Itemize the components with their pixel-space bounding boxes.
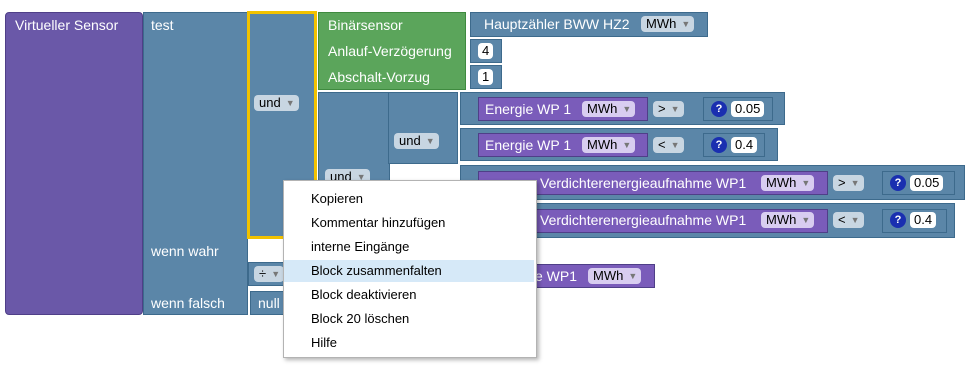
virtual-sensor-label: Virtueller Sensor [15,17,119,33]
operator-gt-1[interactable]: > ▼ [653,101,684,117]
help-icon-4[interactable]: ? [890,212,906,228]
menu-item-block-deaktivieren[interactable]: Block deaktivieren [284,284,534,306]
menu-item-interne-eingaenge[interactable]: interne Eingänge [284,236,534,258]
binaersensor-label: Binärsensor [328,17,403,33]
help-icon-3[interactable]: ? [890,175,906,191]
null-label: null [258,295,280,311]
und-operator-dropdown[interactable]: und ▼ [254,95,299,111]
energie-wp1-unit-2[interactable]: MWh ▼ [582,137,636,153]
energie-wp1-unit-1[interactable]: MWh ▼ [582,101,636,117]
abschalt-value[interactable]: 1 [478,69,494,85]
value-3[interactable]: 0.05 [910,175,944,191]
anlauf-value[interactable]: 4 [478,43,494,59]
wenn-falsch-label: wenn falsch [151,295,225,311]
help-icon-1[interactable]: ? [711,101,727,117]
menu-item-kopieren[interactable]: Kopieren [284,188,534,210]
verdichter-unit-2[interactable]: MWh ▼ [761,212,815,228]
if-block[interactable] [143,12,248,315]
operator-lt-4[interactable]: < ▼ [833,212,864,228]
verdichter-label-2: Verdichterenergieaufnahme WP1 [540,212,747,228]
value-2[interactable]: 0.4 [731,137,758,153]
hauptzaehler-unit-dropdown[interactable]: MWh ▼ [641,16,695,32]
energie-wp1-label-2: Energie WP 1 [485,137,572,153]
wenn-wahr-label: wenn wahr [151,243,219,259]
value-4[interactable]: 0.4 [910,212,937,228]
value-1[interactable]: 0.05 [731,101,765,117]
operator-lt-2[interactable]: < ▼ [653,137,684,153]
verdichter-unit-1[interactable]: MWh ▼ [761,175,815,191]
virtual-sensor-block[interactable] [5,12,143,315]
operator-gt-3[interactable]: > ▼ [833,175,864,191]
nested-und-dropdown-1[interactable]: und ▼ [394,133,439,149]
wp1-partial-unit[interactable]: MWh ▼ [588,268,642,284]
menu-item-kommentar-hinzufuegen[interactable]: Kommentar hinzufügen [284,212,534,234]
anlauf-label: Anlauf-Verzögerung [328,43,452,59]
energie-wp1-label-1: Energie WP 1 [485,101,572,117]
abschalt-label: Abschalt-Vorzug [328,69,430,85]
menu-item-hilfe[interactable]: Hilfe [284,332,534,354]
wp1-partial-label: e WP1 [535,268,578,284]
help-icon-2[interactable]: ? [711,137,727,153]
menu-item-block-zusammenfalten[interactable]: Block zusammenfalten [284,260,534,282]
verdichter-label-1: Verdichterenergieaufnahme WP1 [540,175,747,191]
menu-item-block-loeschen[interactable]: Block 20 löschen [284,308,534,330]
context-menu: Kopieren Kommentar hinzufügen interne Ei… [283,180,537,358]
test-label: test [151,17,174,33]
hauptzaehler-label: Hauptzähler BWW HZ2 [484,16,630,32]
divide-operator-dropdown[interactable]: ÷ ▼ [254,266,285,282]
nested-und-block-inner[interactable] [388,92,458,164]
